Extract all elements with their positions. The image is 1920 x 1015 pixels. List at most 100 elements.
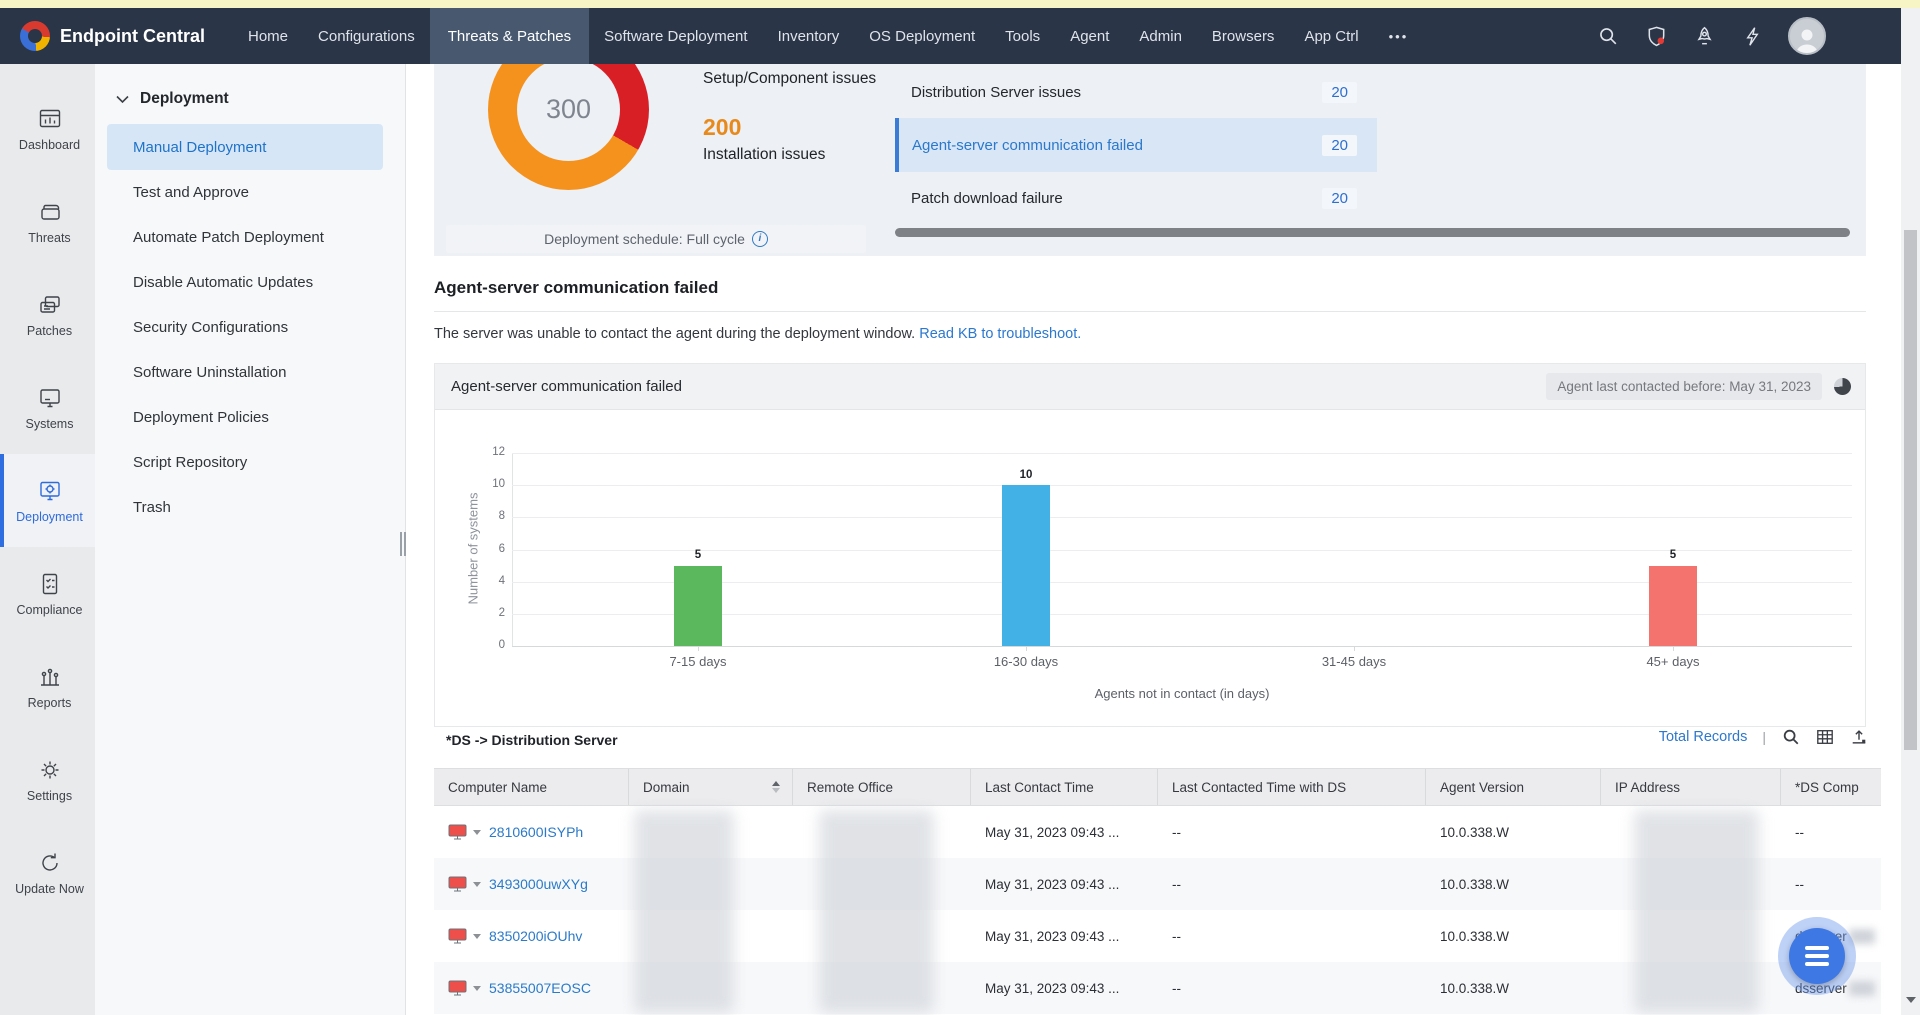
menu-item-disable-automatic-updates[interactable]: Disable Automatic Updates <box>95 260 405 305</box>
user-avatar[interactable] <box>1788 17 1826 55</box>
read-kb-link[interactable]: Read KB to troubleshoot. <box>919 326 1081 342</box>
floating-menu-button[interactable] <box>1778 917 1856 995</box>
computer-name-link[interactable]: 3493000uwXYg <box>489 876 588 892</box>
issue-count-badge: 20 <box>1322 82 1357 103</box>
nav-item-agent[interactable]: Agent <box>1055 8 1124 64</box>
rail-item-patches[interactable]: Patches <box>0 268 95 361</box>
category-45-plus-days: 45+ days <box>1608 654 1738 669</box>
threats-icon <box>37 199 63 225</box>
brand-name: Endpoint Central <box>60 26 205 47</box>
nav-item-inventory[interactable]: Inventory <box>763 8 855 64</box>
nav-item-software-deployment[interactable]: Software Deployment <box>589 8 762 64</box>
pie-chart-toggle-icon[interactable] <box>1834 378 1851 395</box>
caret-down-icon[interactable] <box>473 830 481 835</box>
rail-item-deployment[interactable]: Deployment <box>0 454 95 547</box>
computer-icon <box>448 980 467 996</box>
menu-item-trash[interactable]: Trash <box>95 485 405 530</box>
bar-45-plus-days[interactable] <box>1649 566 1697 646</box>
rail-item-settings[interactable]: Settings <box>0 733 95 826</box>
col-domain[interactable]: Domain <box>629 769 793 805</box>
y-tick: 12 <box>475 446 505 458</box>
rail-item-dashboard[interactable]: Dashboard <box>0 82 95 175</box>
cell-ds-comp: -- <box>1781 825 1881 840</box>
bar-16-30-days[interactable] <box>1002 485 1050 646</box>
cell-agent-version: 10.0.338.W <box>1426 877 1601 892</box>
nav-item-admin[interactable]: Admin <box>1124 8 1197 64</box>
menu-item-security-configurations[interactable]: Security Configurations <box>95 305 405 350</box>
nav-item-app-ctrl[interactable]: App Ctrl <box>1289 8 1373 64</box>
bar-value-7-15: 5 <box>674 549 722 561</box>
reports-icon <box>37 664 63 690</box>
col-ip-address[interactable]: IP Address <box>1601 769 1781 805</box>
security-shield-icon[interactable] <box>1644 24 1668 48</box>
y-tick: 2 <box>475 607 505 619</box>
brand[interactable]: Endpoint Central <box>0 21 233 51</box>
nav-item-threats-patches[interactable]: Threats & Patches <box>430 8 589 64</box>
bar-7-15-days[interactable] <box>674 566 722 646</box>
rocket-icon[interactable] <box>1692 24 1716 48</box>
caret-down-icon[interactable] <box>473 934 481 939</box>
caret-down-icon[interactable] <box>473 986 481 991</box>
chart-panel: Agent-server communication failed Agent … <box>434 363 1866 727</box>
cell-last-contact: May 31, 2023 09:43 ... <box>971 877 1158 892</box>
computer-name-link[interactable]: 2810600ISYPh <box>489 824 583 840</box>
gridline <box>512 453 1852 454</box>
table-search-icon[interactable] <box>1781 727 1800 746</box>
column-chooser-icon[interactable] <box>1815 727 1834 746</box>
cell-last-contact: May 31, 2023 09:43 ... <box>971 981 1158 996</box>
total-records-link[interactable]: Total Records <box>1659 729 1748 745</box>
scrollbar-thumb[interactable] <box>1904 230 1917 750</box>
top-strip <box>0 0 1920 8</box>
systems-icon <box>37 385 63 411</box>
rail-item-compliance[interactable]: Compliance <box>0 547 95 640</box>
rail-item-systems[interactable]: Systems <box>0 361 95 454</box>
computer-name-link[interactable]: 8350200iOUhv <box>489 928 582 944</box>
bar-value-45-plus: 5 <box>1649 549 1697 561</box>
menu-item-script-repository[interactable]: Script Repository <box>95 440 405 485</box>
nav-item-tools[interactable]: Tools <box>990 8 1055 64</box>
info-icon[interactable] <box>752 231 768 247</box>
nav-item-home[interactable]: Home <box>233 8 303 64</box>
category-7-15-days: 7-15 days <box>633 654 763 669</box>
computer-name-link[interactable]: 53855007EOSC <box>489 980 591 996</box>
nav-item-os-deployment[interactable]: OS Deployment <box>854 8 990 64</box>
nav-item-configurations[interactable]: Configurations <box>303 8 430 64</box>
x-axis-label: Agents not in contact (in days) <box>882 686 1482 701</box>
rail-item-update-now[interactable]: Update Now <box>0 826 95 919</box>
scrollbar-down-arrow[interactable] <box>1906 997 1916 1003</box>
menu-item-software-uninstallation[interactable]: Software Uninstallation <box>95 350 405 395</box>
computer-icon <box>448 876 467 892</box>
issue-item-distribution-server[interactable]: Distribution Server issues 20 <box>895 72 1377 112</box>
y-tick: 0 <box>475 639 505 651</box>
col-agent-version[interactable]: Agent Version <box>1426 769 1601 805</box>
issue-item-agent-server-communication[interactable]: Agent-server communication failed 20 <box>895 118 1377 172</box>
apps-grid-icon[interactable] <box>1850 24 1874 48</box>
rail-item-threats[interactable]: Threats <box>0 175 95 268</box>
page-scrollbar[interactable] <box>1901 8 1920 1015</box>
search-icon[interactable] <box>1596 24 1620 48</box>
menu-item-automate-patch-deployment[interactable]: Automate Patch Deployment <box>95 215 405 260</box>
menu-item-test-and-approve[interactable]: Test and Approve <box>95 170 405 215</box>
nav-right <box>1596 17 1920 55</box>
horizontal-scrollbar[interactable] <box>895 228 1850 237</box>
export-icon[interactable] <box>1849 727 1868 746</box>
col-last-contacted-with-ds[interactable]: Last Contacted Time with DS <box>1158 769 1426 805</box>
side-menu-header[interactable]: Deployment <box>95 90 405 108</box>
col-computer-name[interactable]: Computer Name <box>434 769 629 805</box>
body-row: Dashboard Threats Patches Systems Deploy… <box>0 64 1920 1015</box>
col-remote-office[interactable]: Remote Office <box>793 769 971 805</box>
caret-down-icon[interactable] <box>473 882 481 887</box>
nav-item-browsers[interactable]: Browsers <box>1197 8 1290 64</box>
nav-more-icon[interactable]: ••• <box>1374 8 1424 64</box>
rail-item-reports[interactable]: Reports <box>0 640 95 733</box>
col-last-contact-time[interactable]: Last Contact Time <box>971 769 1158 805</box>
cell-with-ds: -- <box>1158 825 1426 840</box>
computer-icon <box>448 824 467 840</box>
menu-item-deployment-policies[interactable]: Deployment Policies <box>95 395 405 440</box>
x-tick <box>1673 647 1674 651</box>
lightning-icon[interactable] <box>1740 24 1764 48</box>
sort-icons[interactable] <box>772 781 780 793</box>
menu-item-manual-deployment[interactable]: Manual Deployment <box>107 124 383 170</box>
col-ds-comp[interactable]: *DS Comp <box>1781 769 1881 805</box>
issue-item-patch-download-failure[interactable]: Patch download failure 20 <box>895 178 1377 218</box>
